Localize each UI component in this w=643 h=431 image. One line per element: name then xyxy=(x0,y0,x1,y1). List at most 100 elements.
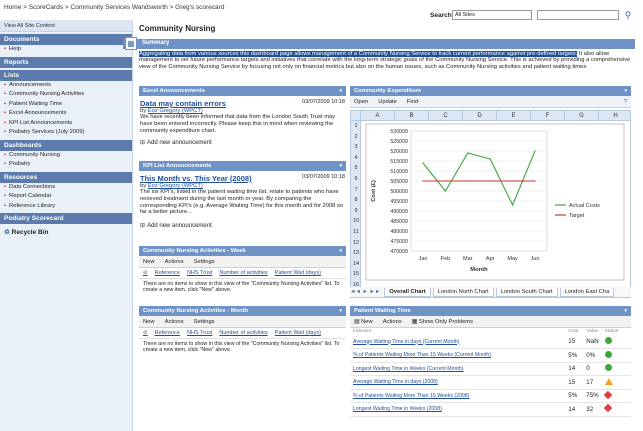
kpi-indicator-link[interactable]: Average Waiting Time in days (Current Mo… xyxy=(353,339,459,345)
tab-london-south-chart[interactable]: London South Chart xyxy=(495,287,558,297)
search-icon[interactable]: ⚲ xyxy=(622,9,634,21)
settings-menu[interactable]: Settings xyxy=(194,319,215,325)
tab-scroll-arrows[interactable]: ◄◄ ► ►► xyxy=(350,289,380,295)
column-nhs-trust[interactable]: NHS Trust xyxy=(187,270,212,276)
tab-london-east-chart[interactable]: London East Cha xyxy=(559,287,615,297)
webpart-menu-icon[interactable]: ▾ xyxy=(339,308,342,314)
show-only-problems-button[interactable]: ▦ Show Only Problems xyxy=(412,319,473,325)
nav-header-dashboards[interactable]: Dashboards xyxy=(0,139,132,151)
y-tick-label: 515000 xyxy=(390,159,408,165)
help-icon[interactable]: ? xyxy=(624,99,627,105)
nav-item-podiatry[interactable]: Podiatry xyxy=(0,160,132,170)
sheet-column-e[interactable]: E xyxy=(497,111,531,121)
column-number-of-activities[interactable]: Number of activities xyxy=(219,270,267,276)
nav-item-excel-announcements[interactable]: Excel Announcements xyxy=(0,109,132,119)
sheet-row-number[interactable]: 6 xyxy=(351,176,361,182)
sheet-column-d[interactable]: D xyxy=(463,111,497,121)
webpart-menu-icon[interactable]: ▾ xyxy=(339,248,342,254)
column-number-of-activities[interactable]: Number of activities xyxy=(219,330,267,336)
kpi-status xyxy=(601,389,631,403)
new-button[interactable]: ▤ New xyxy=(354,319,373,325)
sheet-row-number[interactable]: 5 xyxy=(351,165,361,171)
sheet-row-number[interactable]: 1 xyxy=(351,123,361,129)
sheet-row-number[interactable]: 13 xyxy=(351,250,361,256)
nav-header-podiatry-scorecard[interactable]: Podiatry Scorecard xyxy=(0,213,132,224)
nav-item-data-connections[interactable]: Data Connections xyxy=(0,183,132,193)
announcement-title-link[interactable]: Data may contain errors xyxy=(140,99,226,108)
nav-item-reference-library[interactable]: Reference Library xyxy=(0,202,132,212)
summary-icon: ▦ xyxy=(125,37,137,50)
tab-overall-chart[interactable]: Overall Chart xyxy=(384,287,431,297)
nav-item-help[interactable]: Help xyxy=(0,45,132,55)
excel-sheet[interactable]: ABCDEFGH 1 2 3 4 5 6 7 8 9 10 11 12 13 14 15 16 530000 5… xyxy=(350,110,631,289)
kpi-row: Longest Waiting Time in Weeks (Current M… xyxy=(350,362,631,376)
kpi-indicator-link[interactable]: Average Waiting Time in days (2008) xyxy=(353,379,438,385)
nav-item-patient-waiting-time[interactable]: Patient Waiting Time xyxy=(0,100,132,110)
nav-item-kpi-list-announcements[interactable]: KPI List Announcements xyxy=(0,119,132,129)
column-reference[interactable]: Reference xyxy=(155,270,180,276)
recycle-bin-link[interactable]: ♻ Recycle Bin xyxy=(0,224,132,240)
column-patient-wait[interactable]: Patient Wait (days) xyxy=(275,330,321,336)
sheet-row-number[interactable]: 12 xyxy=(351,240,361,246)
sheet-column-b[interactable]: B xyxy=(395,111,429,121)
nav-header-resources[interactable]: Resources xyxy=(0,171,132,183)
kpi-indicator-link[interactable]: % of Patients Waiting More Than 15 Weeks… xyxy=(353,393,469,399)
webpart-menu-icon[interactable]: ▾ xyxy=(339,163,342,169)
column-patient-wait[interactable]: Patient Wait (days) xyxy=(275,270,321,276)
new-button[interactable]: New xyxy=(143,259,155,265)
nav-item-community-nursing[interactable]: Community Nursing xyxy=(0,151,132,161)
find-button[interactable]: Find xyxy=(407,99,418,105)
nav-item-announcements[interactable]: Announcements xyxy=(0,81,132,91)
webpart-menu-icon[interactable]: ▾ xyxy=(339,88,342,94)
breadcrumb[interactable]: Home > ScoreCards > Community Services W… xyxy=(4,4,224,11)
sheet-row-number[interactable]: 11 xyxy=(351,229,361,235)
sheet-row-number[interactable]: 4 xyxy=(351,155,361,161)
sheet-row-number[interactable]: 3 xyxy=(351,144,361,150)
sheet-column-c[interactable]: C xyxy=(429,111,463,121)
y-tick-label: 470000 xyxy=(390,249,408,255)
sheet-column-a[interactable]: A xyxy=(361,111,395,121)
nav-header-lists[interactable]: Lists xyxy=(0,69,132,81)
sheet-row-number[interactable]: 8 xyxy=(351,197,361,203)
column-nhs-trust[interactable]: NHS Trust xyxy=(187,330,212,336)
nav-item-community-nursing-activities[interactable]: Community Nursing Activities xyxy=(0,90,132,100)
sheet-row-number[interactable]: 15 xyxy=(351,271,361,277)
column-reference[interactable]: Reference xyxy=(155,330,180,336)
kpi-indicator-link[interactable]: Longest Waiting Time in Weeks (Current M… xyxy=(353,366,463,372)
sheet-row-number[interactable]: 14 xyxy=(351,261,361,267)
sheet-row-number[interactable]: 9 xyxy=(351,208,361,214)
actions-menu[interactable]: Actions xyxy=(165,259,184,265)
series-point xyxy=(467,152,469,154)
tab-london-north-chart[interactable]: London North Chart xyxy=(432,287,494,297)
sheet-column-h[interactable]: H xyxy=(599,111,630,121)
kpi-value: 32 xyxy=(583,402,602,417)
sheet-row-number[interactable]: 2 xyxy=(351,134,361,140)
update-menu[interactable]: Update xyxy=(378,99,397,105)
webpart-menu-icon[interactable]: ▾ xyxy=(624,308,627,314)
view-all-site-content-link[interactable]: View All Site Content xyxy=(0,20,132,32)
sheet-row-number[interactable]: 7 xyxy=(351,187,361,193)
sheet-row-number[interactable]: 10 xyxy=(351,218,361,224)
kpi-row: Average Waiting Time in days (2008) 15 17 xyxy=(350,375,631,390)
announcement-title-link[interactable]: This Month vs. This Year (2008) xyxy=(140,174,252,183)
nav-item-podiatry-services[interactable]: Podiatry Services (July 2009) xyxy=(0,128,132,138)
open-menu[interactable]: Open xyxy=(354,99,368,105)
actions-menu[interactable]: Actions xyxy=(383,319,402,325)
sheet-column-f[interactable]: F xyxy=(531,111,565,121)
nav-header-reports[interactable]: Reports xyxy=(0,56,132,68)
webpart-menu-icon[interactable]: ▾ xyxy=(624,88,627,94)
actions-menu[interactable]: Actions xyxy=(165,319,184,325)
new-button[interactable]: New xyxy=(143,319,155,325)
nav-item-report-calendar[interactable]: Report Calendar xyxy=(0,192,132,202)
add-new-announcement-link[interactable]: Add new announcement xyxy=(140,222,345,229)
kpi-indicator-link[interactable]: Longest Waiting Time in Weeks (2008) xyxy=(353,406,442,412)
search-input[interactable] xyxy=(537,10,619,20)
kpi-indicator-link[interactable]: % of Patients Waiting More Than 15 Weeks… xyxy=(353,352,491,358)
sheet-column-g[interactable]: G xyxy=(565,111,599,121)
search-scope-select[interactable]: All Sites xyxy=(452,10,532,20)
y-tick-label: 490000 xyxy=(390,209,408,215)
add-new-announcement-link[interactable]: Add new announcement xyxy=(140,139,345,146)
settings-menu[interactable]: Settings xyxy=(194,259,215,265)
nav-header-documents[interactable]: Documents xyxy=(0,34,132,45)
cn-week-webpart: Community Nursing Activities - Week ▾ New… xyxy=(139,246,346,298)
